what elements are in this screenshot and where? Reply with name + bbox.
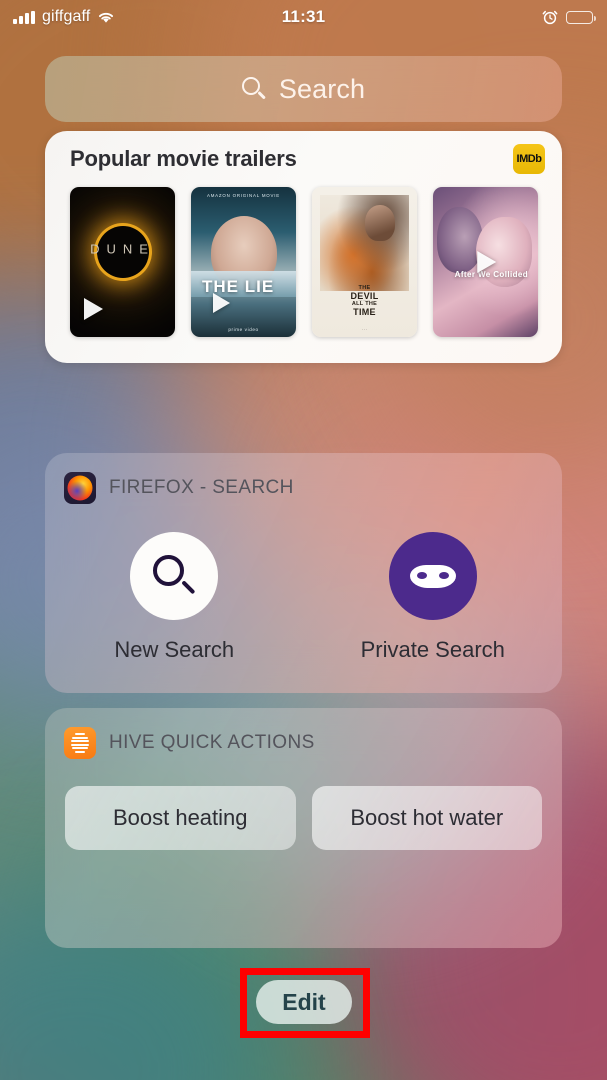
play-icon[interactable] — [213, 293, 230, 313]
poster-footer-text: · · · — [361, 328, 368, 332]
firefox-widget-label: FIREFOX - SEARCH — [109, 477, 294, 498]
firefox-icon — [64, 472, 96, 504]
poster-title-art: THE DEVIL ALL THE TIME — [312, 285, 417, 317]
imdb-widget-title: Popular movie trailers — [70, 146, 297, 171]
firefox-new-search-action[interactable]: New Search — [45, 532, 304, 663]
firefox-action-row: New Search Private Search — [45, 504, 562, 663]
magnifier-icon — [153, 555, 196, 597]
hive-icon — [64, 727, 96, 759]
play-icon[interactable] — [476, 251, 496, 273]
trailer-poster-row: DUNE AMAZON ORIGINAL MOVIE THE LIE prime… — [45, 187, 562, 337]
poster-footer-text: prime video — [228, 327, 259, 332]
hive-button-row: Boost heating Boost hot water — [45, 759, 562, 850]
firefox-private-search-action[interactable]: Private Search — [304, 532, 563, 663]
new-search-button[interactable] — [130, 532, 219, 620]
status-bar: giffgaff 11:31 — [0, 0, 607, 34]
poster-face-art — [365, 205, 395, 241]
private-search-label: Private Search — [360, 637, 505, 662]
poster-collage-art — [320, 195, 409, 291]
hive-widget-label: HIVE QUICK ACTIONS — [109, 732, 315, 753]
imdb-widget-header: Popular movie trailers IMDb — [45, 131, 562, 187]
private-mask-icon — [409, 564, 456, 588]
search-bar[interactable]: Search — [45, 56, 562, 122]
trailer-poster-the-lie[interactable]: AMAZON ORIGINAL MOVIE THE LIE prime vide… — [191, 187, 296, 337]
trailer-poster-after-we-collided[interactable]: After We Collided — [433, 187, 538, 337]
new-search-label: New Search — [114, 637, 235, 662]
search-icon — [241, 77, 266, 101]
boost-hot-water-button[interactable]: Boost hot water — [311, 786, 542, 850]
edit-button[interactable]: Edit — [256, 980, 352, 1024]
poster-kicker-text: AMAZON ORIGINAL MOVIE — [207, 193, 280, 198]
private-search-button[interactable] — [388, 532, 477, 620]
hive-widget-header: HIVE QUICK ACTIONS — [45, 708, 562, 759]
trailer-poster-devil-all-the-time[interactable]: ········· THE DEVIL ALL THE TIME · · · — [312, 187, 417, 337]
imdb-logo-icon: IMDb — [513, 144, 545, 174]
trailer-poster-dune[interactable]: DUNE — [70, 187, 175, 337]
widget-firefox-search[interactable]: FIREFOX - SEARCH New Search Private Sear… — [45, 453, 562, 693]
widget-hive-quick-actions[interactable]: HIVE QUICK ACTIONS Boost heating Boost h… — [45, 708, 562, 948]
dune-title-art: DUNE — [90, 241, 155, 256]
widget-imdb-trailers[interactable]: Popular movie trailers IMDb DUNE AMAZON … — [45, 131, 562, 363]
clock-label: 11:31 — [281, 7, 326, 26]
poster-title-line-2: DEVIL — [350, 290, 379, 301]
firefox-widget-header: FIREFOX - SEARCH — [45, 453, 562, 504]
play-icon[interactable] — [84, 298, 103, 320]
search-placeholder: Search — [278, 73, 366, 104]
battery-icon — [566, 10, 596, 24]
poster-title-line-4: TIME — [353, 306, 376, 317]
boost-heating-button[interactable]: Boost heating — [65, 786, 296, 850]
